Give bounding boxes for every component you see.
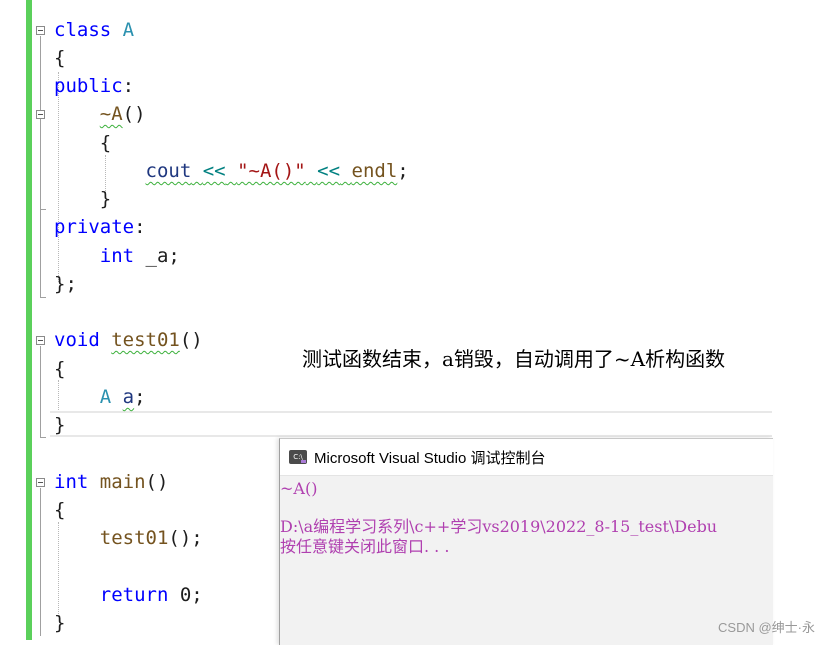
console-output-line: ~A() [280,479,318,498]
brace: { [54,358,66,380]
brace: } [54,414,66,436]
type-name: A [99,386,112,408]
watermark: CSDN @绅士·永 [718,620,815,635]
change-tracking-bar [26,0,32,640]
code-line[interactable]: { [54,356,65,382]
parens: () [122,103,146,125]
code-line[interactable]: public: [54,73,134,99]
stream-operator: << [202,160,226,182]
collapse-test01-icon[interactable] [36,336,45,345]
code-line[interactable]: class A [54,17,134,43]
access-specifier: public [54,75,123,97]
call-args: (); [168,527,203,549]
collapse-destructor-icon[interactable] [36,110,45,119]
parens: () [179,329,203,351]
brace: { [54,499,66,521]
code-line[interactable]: } [54,610,65,636]
member-declaration: _a; [145,245,180,267]
keyword: void [54,329,100,351]
code-line[interactable]: return 0; [54,582,203,608]
brace: { [99,132,112,154]
parens: () [145,471,169,493]
code-line[interactable]: private: [54,214,146,240]
variable-name: a [122,386,135,408]
code-line[interactable]: } [54,412,65,438]
annotation-text: 测试函数结束，a销毁，自动调用了~A析构函数 [302,347,726,371]
function-name: main [99,471,146,493]
function-call: test01 [99,527,169,549]
brace: }; [54,273,77,295]
code-line[interactable]: } [54,186,111,212]
collapse-main-icon[interactable] [36,478,45,487]
keyword: return [99,584,169,606]
code-line[interactable]: cout << "~A()" << endl; [54,158,409,184]
code-line[interactable]: test01(); [54,525,203,551]
fold-end-destructor [40,209,46,210]
fold-line-destructor [40,120,41,210]
brace: } [54,612,66,634]
current-line-highlight [50,411,772,437]
colon: : [122,75,135,97]
code-line[interactable]: int main() [54,469,168,495]
destructor-name: ~A [99,103,123,125]
console-output-line: D:\a编程学习系列\c++学习vs2019\2022_8-15_test\De… [280,517,718,536]
function-name: test01 [111,329,180,351]
console-output-line: 按任意键关闭此窗口. . . [280,537,450,556]
stream-operator: << [317,160,341,182]
keyword: class [54,19,112,41]
console-title: Microsoft Visual Studio 调试控制台 [314,449,546,467]
fold-line-main [40,488,41,636]
console-output[interactable]: ~A() D:\a编程学习系列\c++学习vs2019\2022_8-15_te… [280,476,773,645]
colon: : [134,216,146,238]
code-line[interactable]: void test01() [54,327,203,353]
fold-line-test01 [40,346,41,438]
code-line[interactable]: { [54,45,65,71]
access-specifier: private [54,216,135,238]
fold-end-test01 [40,437,46,438]
fold-end-class [40,297,46,298]
console-app-icon: C:\ [289,450,307,464]
debug-console-window[interactable]: C:\ Microsoft Visual Studio 调试控制台 ~A() D… [279,438,773,645]
code-line[interactable]: { [54,497,65,523]
collapse-class-icon[interactable] [36,26,45,35]
class-name: A [122,19,135,41]
code-line[interactable]: A a; [54,384,146,410]
keyword: int [99,245,135,267]
code-line[interactable]: { [54,130,111,156]
brace: { [54,47,66,69]
string-literal: "~A()" [237,160,306,182]
keyword: int [54,471,89,493]
console-title-bar[interactable]: C:\ Microsoft Visual Studio 调试控制台 [280,439,773,476]
code-line[interactable]: }; [54,271,77,297]
code-line[interactable]: int _a; [54,243,180,269]
code-line[interactable]: ~A() [54,101,146,127]
brace: } [99,188,112,210]
cout-identifier: cout [145,160,192,182]
semicolon: ; [134,386,146,408]
endl-identifier: endl [351,160,398,182]
semicolon: ; [397,160,409,182]
return-value: 0; [179,584,203,606]
